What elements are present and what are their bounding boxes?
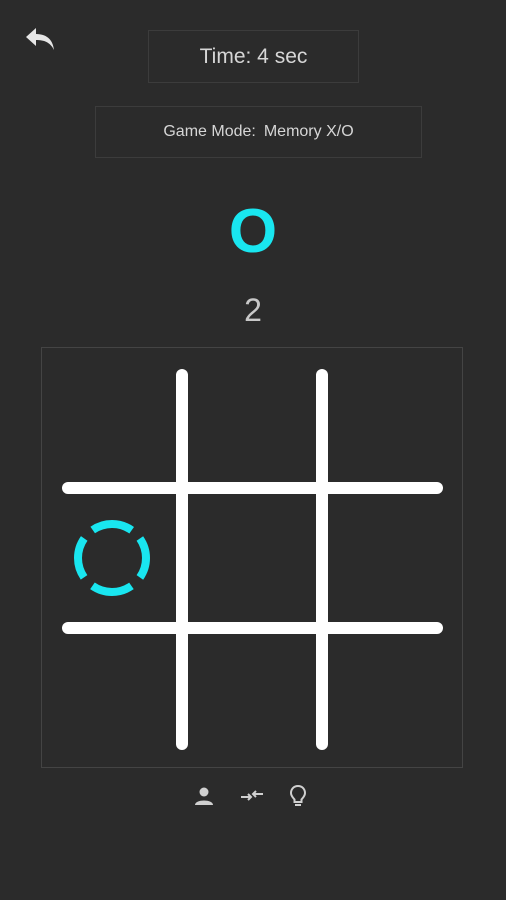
current-turn-symbol: O xyxy=(228,197,278,266)
back-button[interactable] xyxy=(22,24,62,60)
timer-text: Time: 4 sec xyxy=(199,44,308,68)
game-board xyxy=(41,347,463,768)
bottom-toolbar xyxy=(0,782,506,812)
board-cell-6[interactable] xyxy=(332,498,452,618)
undo-arrow-icon xyxy=(26,28,54,50)
board-cell-8[interactable] xyxy=(192,638,312,758)
board-cell-2[interactable] xyxy=(192,358,312,478)
board-cell-3[interactable] xyxy=(332,358,452,478)
board-cell-4[interactable] xyxy=(52,498,172,618)
game-mode-label: Game Mode: xyxy=(163,123,256,140)
game-mode-value: Memory X/O xyxy=(263,123,354,140)
swap-button[interactable] xyxy=(238,782,266,810)
hint-button[interactable] xyxy=(284,782,312,810)
move-counter: 2 xyxy=(244,292,262,328)
lightbulb-icon xyxy=(289,784,307,806)
timer-display: Time: 4 sec xyxy=(148,30,359,83)
game-mode-display: Game Mode: Memory X/O xyxy=(95,106,422,158)
swap-icon xyxy=(241,790,263,801)
board-cell-5[interactable] xyxy=(192,498,312,618)
player-button[interactable] xyxy=(190,782,218,810)
person-icon xyxy=(195,787,213,805)
board-cell-1[interactable] xyxy=(52,358,172,478)
board-cell-9[interactable] xyxy=(332,638,452,758)
board-cell-7[interactable] xyxy=(52,638,172,758)
o-mark-icon xyxy=(74,520,150,596)
